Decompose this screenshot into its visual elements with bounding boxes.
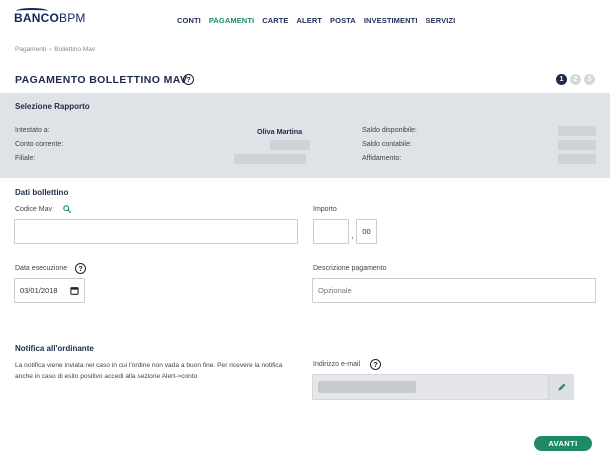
importo-cents-input[interactable]: 00 [356, 219, 377, 244]
avanti-button[interactable]: AVANTI [534, 436, 592, 451]
email-help-icon[interactable]: ? [370, 359, 381, 370]
rapporto-title: Selezione Rapporto [15, 102, 90, 111]
email-label: Indirizzo e-mail [313, 361, 361, 368]
intestato-label: Intestato a: [15, 127, 50, 134]
descrizione-label: Descrizione pagamento [313, 265, 387, 272]
breadcrumb-separator: › [49, 46, 52, 53]
descrizione-input[interactable] [312, 278, 596, 303]
pencil-icon [558, 383, 565, 391]
saldo-disponibile-redacted [558, 126, 596, 136]
importo-decimal-separator: , [351, 230, 354, 240]
page-title: PAGAMENTO BOLLETTINO MAV [15, 74, 188, 86]
codice-mav-label: Codice Mav [15, 206, 52, 213]
step-indicator: 1 2 3 [556, 74, 595, 85]
step-2: 2 [570, 74, 581, 85]
step-1: 1 [556, 74, 567, 85]
nav-item-posta[interactable]: POSTA [330, 16, 356, 25]
data-esecuzione-label: Data esecuzione [15, 265, 68, 272]
calendar-icon[interactable] [70, 286, 79, 295]
conto-label: Conto corrente: [15, 141, 64, 148]
intestato-value: Oliva Martina [257, 127, 303, 136]
main-nav: CONTI PAGAMENTI CARTE ALERT POSTA INVEST… [177, 16, 455, 25]
data-esecuzione-value: 03/01/2018 [20, 286, 58, 295]
rapporto-panel [0, 93, 610, 178]
nav-item-conti[interactable]: CONTI [177, 16, 201, 25]
affidamento-redacted [558, 154, 596, 164]
nav-item-pagamenti[interactable]: PAGAMENTI [209, 16, 254, 25]
title-help-icon[interactable]: ? [183, 74, 194, 85]
importo-euro-input[interactable] [313, 219, 349, 244]
step-3: 3 [584, 74, 595, 85]
filiale-label: Filiale: [15, 155, 36, 162]
search-icon[interactable] [63, 205, 71, 213]
importo-label: Importo [313, 206, 337, 213]
logo-text-bpm: BPM [59, 11, 86, 25]
importo-cents-value: 00 [362, 227, 371, 236]
data-help-icon[interactable]: ? [75, 263, 86, 274]
data-esecuzione-input[interactable]: 03/01/2018 [14, 278, 85, 303]
nav-item-carte[interactable]: CARTE [262, 16, 288, 25]
codice-mav-input[interactable] [14, 219, 298, 244]
breadcrumb-pagamenti[interactable]: Pagamenti [15, 46, 46, 53]
filiale-value-redacted [234, 154, 306, 164]
saldo-contabile-label: Saldo contabile: [362, 141, 412, 148]
notifica-section-title: Notifica all'ordinante [15, 344, 94, 353]
email-value-redacted [318, 381, 416, 393]
nav-item-servizi[interactable]: SERVIZI [426, 16, 456, 25]
saldo-disponibile-label: Saldo disponibile: [362, 127, 417, 134]
nav-item-investimenti[interactable]: INVESTIMENTI [364, 16, 418, 25]
bollettino-section-title: Dati bollettino [15, 188, 69, 197]
breadcrumb: Pagamenti › Bollettino Mav [15, 46, 95, 53]
breadcrumb-bollettino: Bollettino Mav [54, 46, 96, 53]
logo-text-banco: BANCO [14, 11, 59, 25]
nav-item-alert[interactable]: ALERT [297, 16, 323, 25]
notifica-description: La notifica viene inviata nel caso in cu… [15, 362, 283, 380]
edit-email-button[interactable] [548, 374, 574, 400]
affidamento-label: Affidamento: [362, 155, 402, 162]
saldo-contabile-redacted [558, 140, 596, 150]
bank-logo[interactable]: BANCOBPM [14, 11, 86, 25]
conto-value-redacted [270, 140, 310, 150]
